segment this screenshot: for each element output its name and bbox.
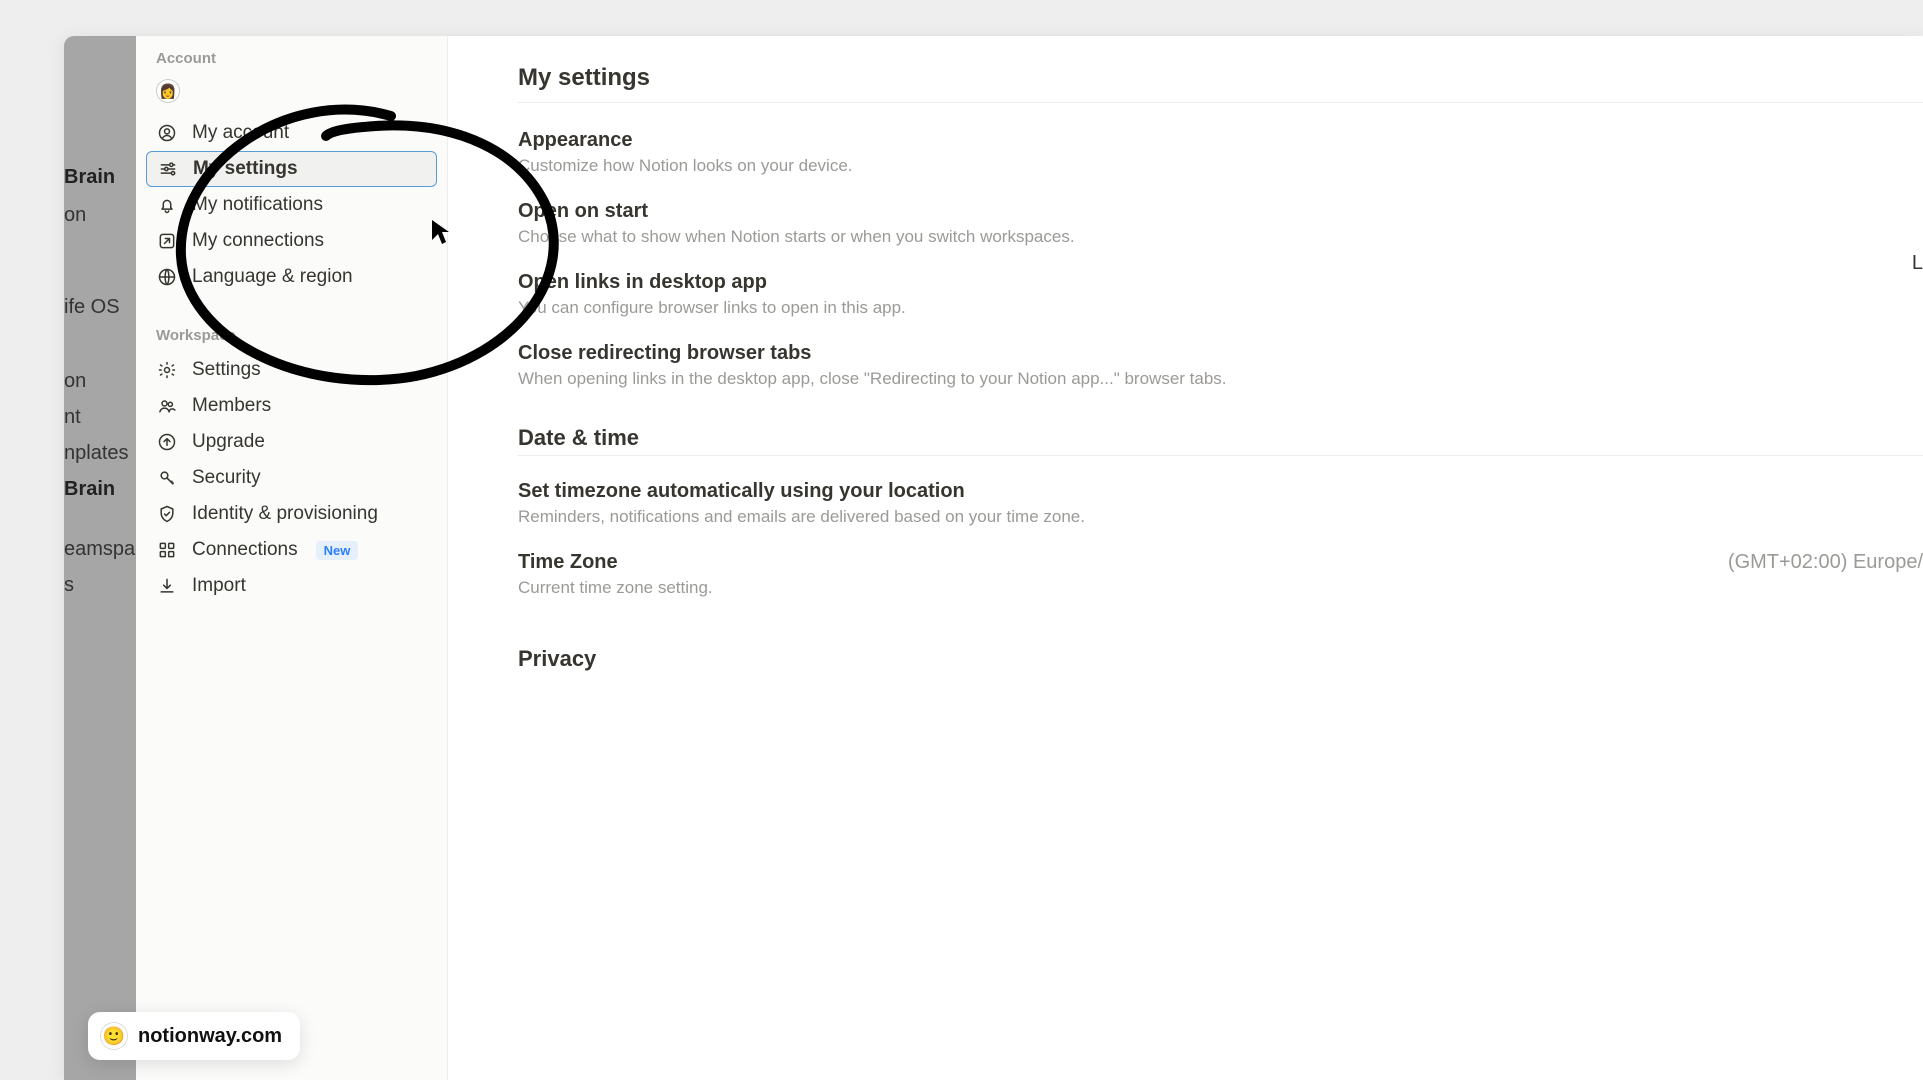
sidebar-item-connections[interactable]: Connections New — [146, 532, 437, 568]
background-text: on — [64, 204, 86, 227]
setting-desc: You can configure browser links to open … — [518, 298, 1923, 318]
key-icon — [156, 467, 178, 489]
setting-row[interactable]: Open links in desktop app You can configu… — [518, 271, 1923, 318]
setting-row[interactable]: Set timezone automatically using your lo… — [518, 480, 1923, 527]
sidebar-item-label: My settings — [193, 158, 298, 180]
gear-icon — [156, 359, 178, 381]
sidebar-item-upgrade[interactable]: Upgrade — [146, 424, 437, 460]
divider — [518, 102, 1923, 103]
background-text: nplates — [64, 442, 129, 465]
setting-title: Close redirecting browser tabs — [518, 342, 1923, 365]
apps-icon — [156, 539, 178, 561]
background-text: nt — [64, 406, 81, 429]
shield-check-icon — [156, 503, 178, 525]
setting-row[interactable]: Open on start Choose what to show when No… — [518, 200, 1923, 247]
setting-row[interactable]: Time Zone Current time zone setting. (GMT+… — [518, 551, 1923, 598]
divider — [518, 455, 1923, 456]
members-icon — [156, 395, 178, 417]
background-text: ife OS — [64, 296, 120, 319]
sidebar-item-security[interactable]: Security — [146, 460, 437, 496]
setting-desc: Customize how Notion looks on your devic… — [518, 156, 1923, 176]
timezone-value[interactable]: (GMT+02:00) Europe/ — [1728, 551, 1923, 574]
setting-title: Time Zone — [518, 551, 713, 574]
setting-title: Open links in desktop app — [518, 271, 1923, 294]
sidebar-item-label: Identity & provisioning — [192, 503, 378, 525]
sidebar-item-label: Settings — [192, 359, 261, 381]
sidebar-item-my-notifications[interactable]: My notifications — [146, 187, 437, 223]
settings-modal: Account 👩 My account My settings My notifi… — [136, 36, 1923, 1080]
page-title: My settings — [518, 64, 1923, 92]
settings-content: My settings Appearance Customize how Noti… — [448, 36, 1923, 1080]
background-text: Brain — [64, 478, 115, 501]
background-text: s — [64, 574, 74, 597]
sidebar-item-language-region[interactable]: Language & region — [146, 259, 437, 295]
section-head-privacy: Privacy — [518, 646, 1923, 672]
setting-row[interactable]: Appearance Customize how Notion looks on … — [518, 129, 1923, 176]
sidebar-item-label: Upgrade — [192, 431, 265, 453]
sidebar-item-label: My account — [192, 122, 289, 144]
sidebar-section-account: Account — [146, 44, 437, 75]
upgrade-icon — [156, 431, 178, 453]
sidebar-item-label: Members — [192, 395, 271, 417]
section-head-date-time: Date & time — [518, 425, 1923, 451]
sidebar-item-label: Import — [192, 575, 246, 597]
setting-desc: Reminders, notifications and emails are … — [518, 507, 1923, 527]
badge-new: New — [316, 541, 359, 560]
arrow-square-icon — [156, 230, 178, 252]
sliders-icon — [157, 158, 179, 180]
setting-title: Set timezone automatically using your lo… — [518, 480, 1923, 503]
setting-row[interactable]: Close redirecting browser tabs When openi… — [518, 342, 1923, 389]
setting-title: Open on start — [518, 200, 1923, 223]
watermark-badge: 🙂 notionway.com — [88, 1012, 300, 1060]
user-circle-icon — [156, 122, 178, 144]
sidebar-item-my-account[interactable]: My account — [146, 115, 437, 151]
bell-icon — [156, 194, 178, 216]
setting-title: Appearance — [518, 129, 1923, 152]
sidebar-item-my-settings[interactable]: My settings — [146, 151, 437, 187]
background-text: Brain — [64, 166, 115, 189]
setting-desc: When opening links in the desktop app, c… — [518, 369, 1923, 389]
watermark-text: notionway.com — [138, 1025, 282, 1048]
background-text: on — [64, 370, 86, 393]
sidebar-item-label: My connections — [192, 230, 324, 252]
sidebar-profile-row[interactable]: 👩 — [146, 75, 437, 115]
sidebar-item-identity[interactable]: Identity & provisioning — [146, 496, 437, 532]
background-text: eamspa — [64, 538, 135, 561]
sidebar-item-label: Language & region — [192, 266, 353, 288]
background-app-underlay: Brain on ife OS on nt nplates Brain eamspa s — [64, 36, 136, 1080]
setting-desc: Choose what to show when Notion starts o… — [518, 227, 1923, 247]
sidebar-item-label: Security — [192, 467, 261, 489]
setting-desc: Current time zone setting. — [518, 578, 713, 598]
watermark-avatar-icon: 🙂 — [100, 1022, 128, 1050]
cutoff-text: L — [1912, 252, 1923, 275]
globe-icon — [156, 266, 178, 288]
sidebar-item-import[interactable]: Import — [146, 568, 437, 604]
settings-sidebar: Account 👩 My account My settings My notifi… — [136, 36, 448, 1080]
avatar: 👩 — [156, 79, 180, 103]
sidebar-item-settings[interactable]: Settings — [146, 352, 437, 388]
sidebar-item-my-connections[interactable]: My connections — [146, 223, 437, 259]
sidebar-section-workspace: Workspace — [146, 321, 437, 352]
download-icon — [156, 575, 178, 597]
sidebar-item-label: Connections — [192, 539, 298, 561]
sidebar-item-members[interactable]: Members — [146, 388, 437, 424]
sidebar-item-label: My notifications — [192, 194, 323, 216]
